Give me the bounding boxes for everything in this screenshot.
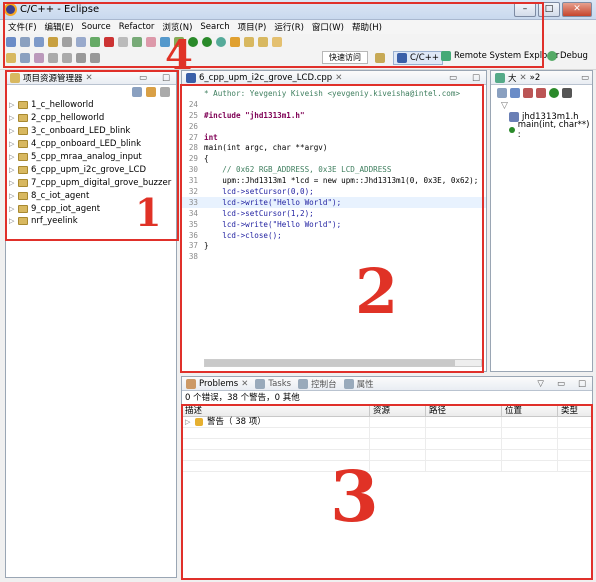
problems-icon [186,378,196,389]
minimize-view-icon[interactable]: ▭ [581,73,589,83]
hash-icon[interactable] [562,88,572,98]
tab-problems[interactable]: Problems [199,379,238,389]
maximize-view-icon[interactable]: □ [578,379,586,389]
close-tab-icon[interactable]: ✕ [520,73,527,83]
close-tab-icon[interactable]: ✕ [241,379,248,389]
annotation-box-problems [181,404,593,580]
annotation-number-3: 3 [330,455,379,538]
sort-icon[interactable] [510,88,520,98]
outline-toolbar [491,85,592,101]
collapse-all-icon[interactable] [497,88,507,98]
minimize-view-icon[interactable]: ▭ [449,73,457,83]
outline-panel: 大 ✕ »2 ▭ ▽ jhd1313m1.h main(int, char**)… [490,70,593,372]
close-tab-icon[interactable]: ✕ [335,73,342,83]
list-item[interactable]: main(int, char**) : [491,120,592,140]
perspective-debug[interactable]: Debug [547,51,588,61]
function-icon [509,127,515,134]
problems-summary: 0 个错误，38 个警告，0 其他 [185,393,300,403]
properties-icon [343,378,354,389]
view-menu-icon[interactable]: ▽ [491,101,592,111]
tasks-icon [255,378,266,389]
annotation-number-1: 1 [135,190,162,235]
maximize-view-icon[interactable]: □ [472,73,480,83]
close-button[interactable]: ✕ [562,2,592,17]
view-menu-icon[interactable]: ▽ [537,379,544,389]
more-views[interactable]: »2 [530,73,541,83]
annotation-box-editor [180,84,484,373]
editor-tab[interactable]: 6_cpp_upm_i2c_grove_LCD.cpp ✕ ▭ □ [182,71,486,85]
tab-tasks[interactable]: Tasks [268,379,291,389]
annotation-number-2: 2 [355,255,399,328]
tab-properties[interactable]: 属性 [357,378,374,390]
hide-fields-icon[interactable] [523,88,533,98]
debug-perspective-icon [547,51,557,61]
annotation-number-4: 4 [165,32,193,79]
console-icon [298,378,309,389]
hide-static-icon[interactable] [536,88,546,98]
annotation-box-toolbar [3,2,544,68]
bottom-tabs: Problems ✕ Tasks 控制台 属性 ▽ ▭ □ [182,377,592,391]
outline-icon [495,72,505,83]
outline-tab[interactable]: 大 ✕ »2 ▭ [491,71,592,85]
tab-console[interactable]: 控制台 [311,378,337,390]
hide-nonpublic-icon[interactable] [549,88,559,98]
minimize-view-icon[interactable]: ▭ [557,379,565,389]
